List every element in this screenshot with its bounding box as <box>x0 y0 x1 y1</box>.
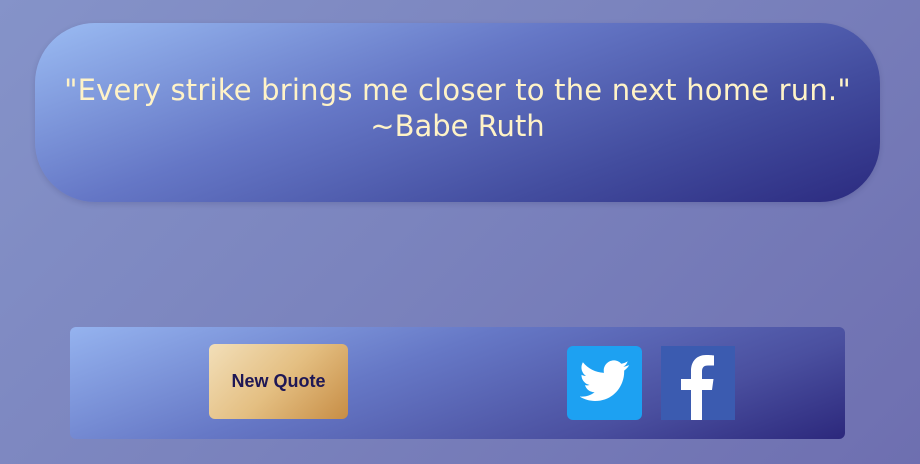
new-quote-button[interactable]: New Quote <box>209 344 348 419</box>
quote-card: "Every strike brings me closer to the ne… <box>35 23 880 202</box>
facebook-f-icon <box>661 355 735 420</box>
action-bar: New Quote <box>70 327 845 439</box>
quote-text: "Every strike brings me closer to the ne… <box>64 72 851 107</box>
twitter-bird-icon <box>578 360 630 406</box>
quote-author: ~Babe Ruth <box>370 108 545 143</box>
facebook-share-button[interactable] <box>661 346 735 420</box>
twitter-share-button[interactable] <box>567 346 642 420</box>
